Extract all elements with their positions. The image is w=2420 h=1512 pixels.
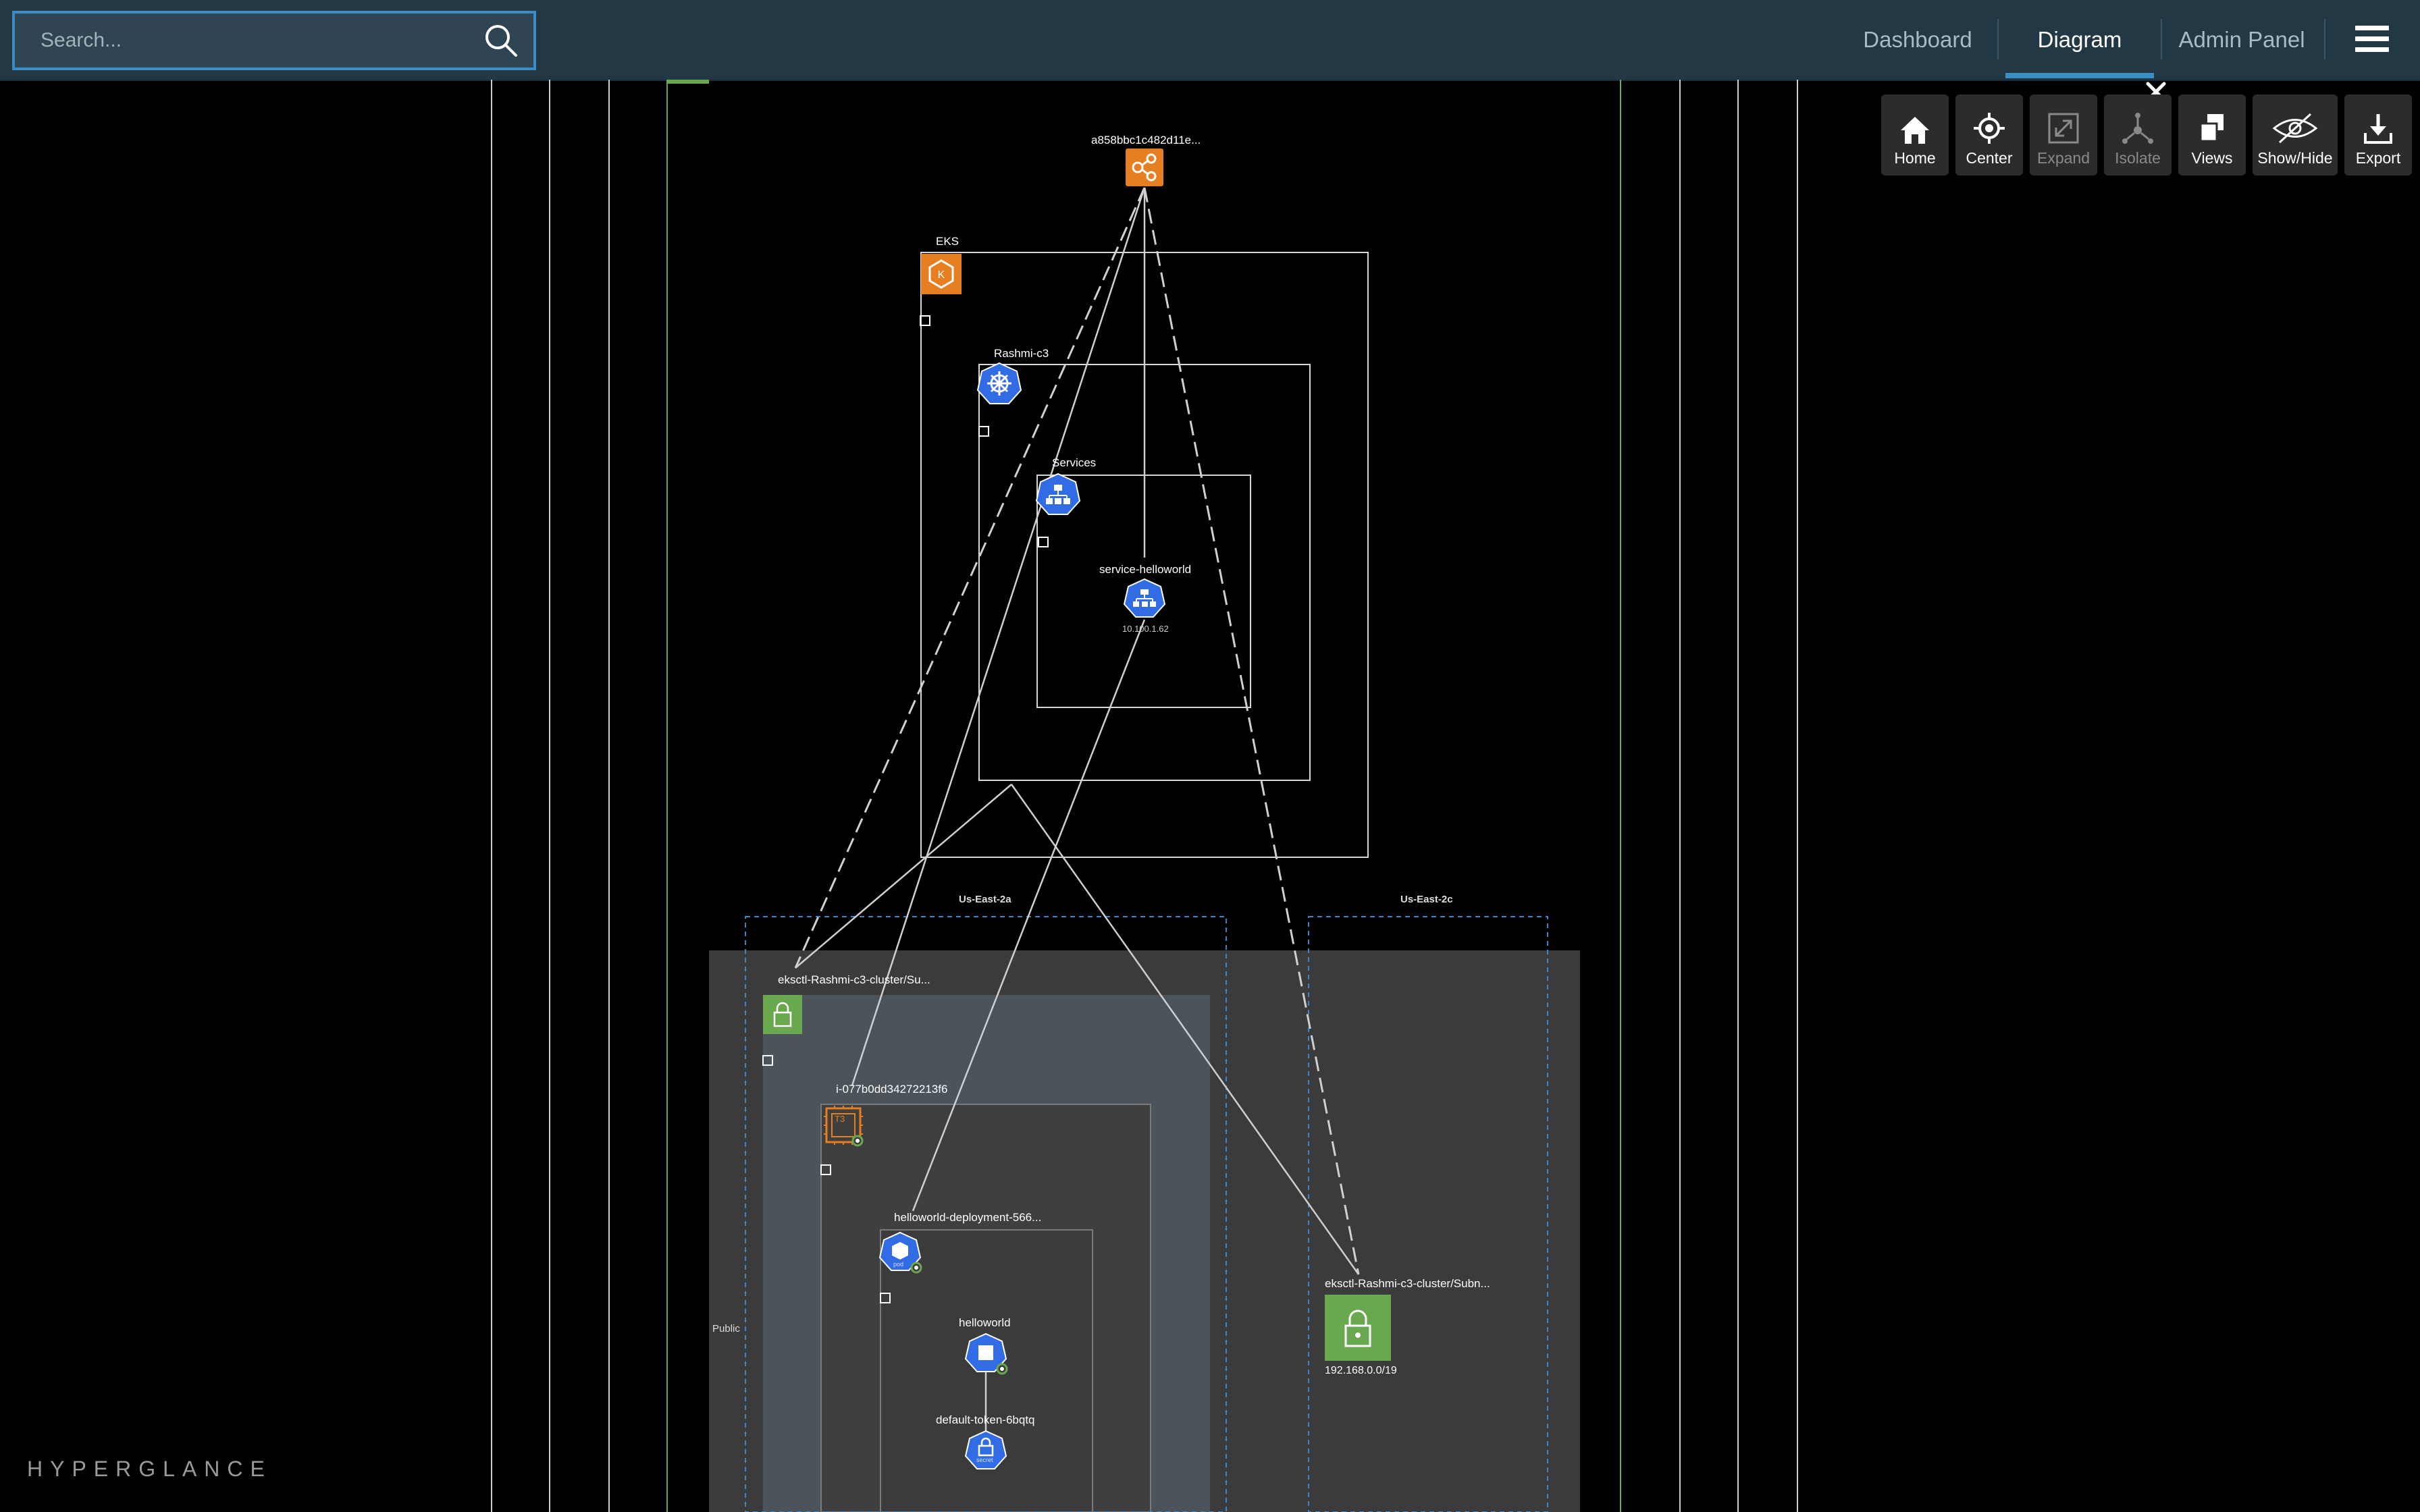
search-icon[interactable] — [483, 23, 519, 58]
zone-c-label: Us-East-2c — [1400, 894, 1453, 905]
home-button[interactable]: Home — [1881, 94, 1949, 176]
isolate-label: Isolate — [2115, 149, 2161, 167]
subnet-c-lock-icon — [1325, 1295, 1391, 1361]
secret-label[interactable]: default-token-6bqtq — [936, 1413, 1035, 1427]
kubernetes-cluster-icon — [976, 362, 1022, 404]
isolate-icon — [2122, 113, 2153, 144]
nav-dashboard[interactable]: Dashboard — [1850, 0, 1985, 80]
views-label: Views — [2191, 149, 2233, 167]
eks-icon: K — [921, 254, 962, 294]
show-hide-button[interactable]: Show/Hide — [2253, 94, 2338, 176]
subnet-c-label[interactable]: eksctl-Rashmi-c3-cluster/Subn... — [1325, 1277, 1490, 1291]
center-label: Center — [1966, 149, 2013, 167]
export-label: Export — [2355, 149, 2401, 167]
expand-label: Expand — [2036, 149, 2090, 167]
views-button[interactable]: Views — [2178, 94, 2246, 176]
service-helloworld-icon — [1123, 578, 1166, 618]
zone-a-label: Us-East-2a — [959, 894, 1011, 905]
services-icon — [1035, 473, 1081, 515]
top-navigation-bar: Dashboard Diagram Admin Panel — [0, 0, 2420, 81]
diagram-canvas[interactable]: K a858bbc1c482d11e... EKS Rashmi-c3 Serv… — [0, 80, 2420, 1512]
cluster-label[interactable]: Rashmi-c3 — [994, 347, 1049, 360]
home-label: Home — [1894, 149, 1936, 167]
hyperglance-watermark: HYPERGLANCE — [27, 1457, 272, 1481]
search-box[interactable] — [12, 11, 536, 70]
expand-button[interactable]: Expand — [2030, 94, 2097, 176]
service-ip-label: 10.100.1.62 — [1122, 624, 1169, 634]
svg-text:K: K — [938, 269, 945, 281]
eks-label[interactable]: EKS — [936, 235, 959, 248]
load-balancer-icon — [1126, 148, 1163, 186]
subnet-lock-icon — [763, 995, 802, 1034]
nav-diagram[interactable]: Diagram — [2005, 0, 2154, 80]
container-label[interactable]: helloworld — [959, 1316, 1011, 1330]
download-icon — [2364, 114, 2392, 144]
search-input[interactable] — [15, 14, 474, 68]
public-subnet-label: Public — [712, 1323, 740, 1334]
export-button[interactable]: Export — [2344, 94, 2412, 176]
load-balancer-label[interactable]: a858bbc1c482d11e... — [1091, 134, 1201, 147]
hamburger-menu-icon[interactable] — [2355, 26, 2389, 54]
subnet-a-label[interactable]: eksctl-Rashmi-c3-cluster/Su... — [778, 973, 930, 987]
instance-type-badge: T3 — [835, 1114, 845, 1124]
isolate-button[interactable]: Isolate — [2104, 94, 2172, 176]
center-button[interactable]: Center — [1955, 94, 2023, 176]
nav-separator — [2324, 19, 2325, 59]
deployment-label[interactable]: helloworld-deployment-566... — [894, 1211, 1041, 1224]
home-icon — [1901, 117, 1929, 144]
instance-label[interactable]: i-077b0dd34272213f6 — [836, 1083, 947, 1096]
expand-icon — [2048, 113, 2079, 144]
subnet-c-cidr: 192.168.0.0/19 — [1325, 1365, 1397, 1376]
vpc-marker — [667, 80, 709, 84]
views-icon — [2199, 114, 2224, 142]
nav-admin-panel[interactable]: Admin Panel — [2167, 0, 2316, 80]
diagram-graphics: K — [491, 80, 1798, 1512]
nav-separator — [2161, 19, 2162, 59]
active-tab-indicator — [2005, 73, 2154, 78]
hidden-eye-icon — [2272, 113, 2318, 144]
secret-badge: secret — [976, 1457, 993, 1463]
show-hide-label: Show/Hide — [2257, 149, 2333, 167]
services-label[interactable]: Services — [1052, 456, 1096, 470]
pod-badge: pod — [893, 1261, 904, 1268]
service-helloworld-label[interactable]: service-helloworld — [1099, 563, 1191, 576]
crosshair-icon — [1974, 113, 2005, 144]
nav-separator — [1997, 19, 1999, 59]
